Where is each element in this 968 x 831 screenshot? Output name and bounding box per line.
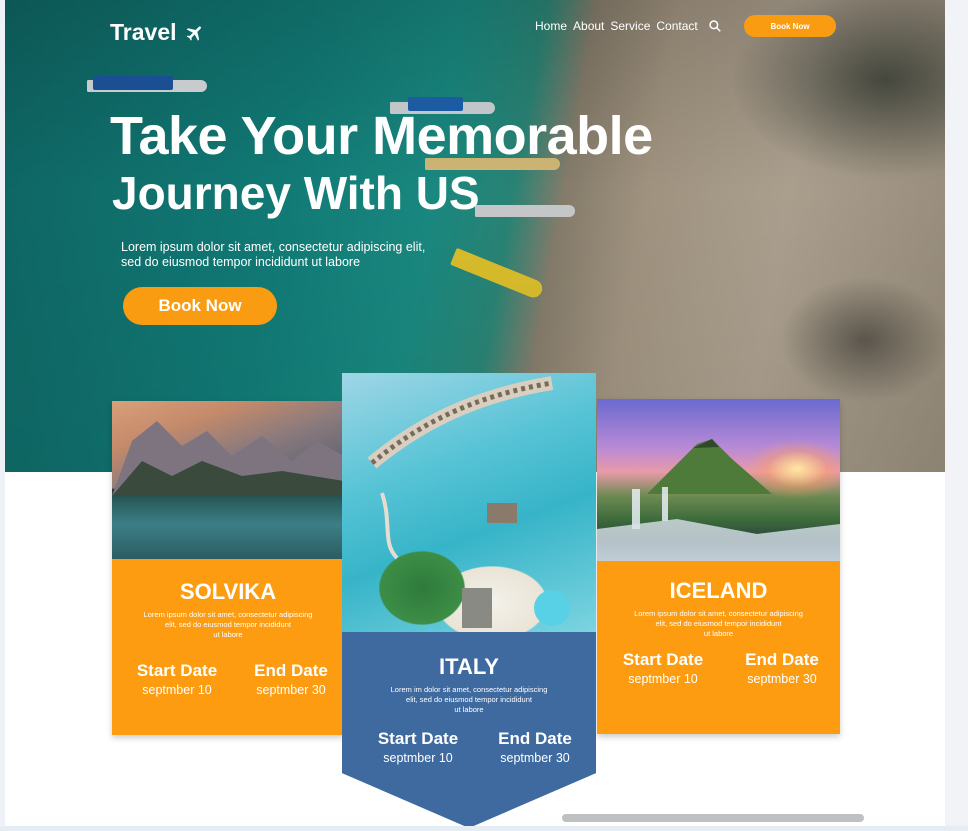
card-description: Lorem ipsum dolor sit amet, consectetur … (143, 610, 313, 639)
start-date-value: septmber 10 (142, 683, 212, 697)
card-description: Lorem ipsum dolor sit amet, consectetur … (634, 609, 803, 638)
card-description: Lorem im dolor sit amet, consectetur adi… (390, 685, 548, 714)
hero-book-now-button[interactable]: Book Now (123, 287, 277, 325)
nav-book-now-button[interactable]: Book Now (744, 15, 836, 37)
start-date-value: septmber 10 (383, 751, 453, 765)
nav-link-contact[interactable]: Contact (656, 18, 697, 34)
nav-link-home[interactable]: Home (535, 18, 567, 34)
volcano-waterfall-image (597, 399, 840, 561)
page-edge (0, 826, 968, 831)
end-date-label: End Date (498, 729, 572, 748)
start-date-label: Start Date (622, 650, 704, 669)
card-body: ITALY Lorem im dolor sit amet, consectet… (342, 632, 596, 828)
end-date-value: septmber 30 (500, 751, 570, 765)
end-date-label: End Date (745, 650, 819, 669)
card-title: ITALY (439, 654, 499, 679)
horizontal-scrollbar[interactable] (562, 814, 864, 822)
hero-title-line1: Take Your Memorable (110, 106, 653, 166)
logo-text: Travel (110, 19, 177, 45)
destination-card-solvika[interactable]: SOLVIKA Lorem ipsum dolor sit amet, cons… (112, 401, 344, 735)
page-frame: Travel Home About Service Contact Book N… (5, 0, 945, 828)
island-resort-image (342, 373, 596, 632)
hero-subtitle: Lorem ipsum dolor sit amet, consectetur … (121, 240, 426, 269)
end-date-value: septmber 30 (747, 672, 817, 686)
mountain-lake-image (112, 401, 344, 559)
start-date-label: Start Date (136, 661, 218, 680)
main-nav: Home About Service Contact (535, 18, 722, 34)
logo[interactable]: Travel (110, 19, 205, 46)
start-date-label: Start Date (377, 729, 459, 748)
search-icon[interactable] (708, 19, 722, 33)
destination-card-iceland[interactable]: ICELAND Lorem ipsum dolor sit amet, cons… (597, 399, 840, 734)
destination-card-italy[interactable]: ITALY Lorem im dolor sit amet, consectet… (342, 373, 596, 828)
plane-icon (186, 25, 201, 41)
card-title: ICELAND (669, 578, 768, 603)
end-date-label: End Date (254, 661, 328, 680)
card-body: SOLVIKA Lorem ipsum dolor sit amet, cons… (112, 559, 344, 735)
start-date-value: septmber 10 (628, 672, 698, 686)
nav-link-service[interactable]: Service (610, 18, 650, 34)
end-date-value: septmber 30 (256, 683, 326, 697)
page-gutter (945, 0, 968, 831)
hero-title-line2: Journey With US (112, 167, 480, 219)
nav-link-about[interactable]: About (573, 18, 604, 34)
card-body: ICELAND Lorem ipsum dolor sit amet, cons… (597, 561, 840, 734)
card-title: SOLVIKA (179, 579, 277, 604)
